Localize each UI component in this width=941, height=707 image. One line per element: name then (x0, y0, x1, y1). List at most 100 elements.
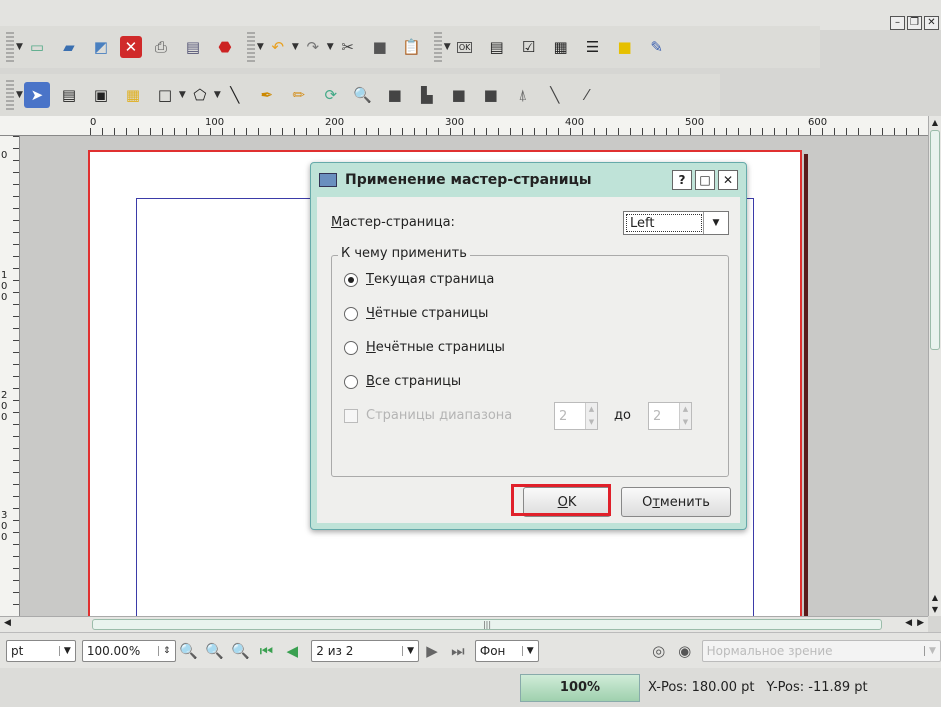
radio-label: Нечётные страницы (366, 340, 505, 355)
dropdown-arrow-icon[interactable]: ▼ (292, 42, 299, 52)
scroll-left-icon[interactable]: ◀ (905, 618, 912, 628)
zoom-icon[interactable]: 🔍 (350, 82, 376, 108)
close-document-icon[interactable]: ✕ (119, 36, 142, 58)
line-icon[interactable]: ╲ (222, 82, 248, 108)
dropdown-arrow-icon[interactable]: ▼ (444, 42, 451, 52)
chevron-down-icon: ▼ (924, 645, 936, 656)
export-pdf-icon[interactable]: ⬣ (212, 34, 238, 60)
radio-icon[interactable] (344, 306, 358, 321)
radio-icon[interactable] (344, 272, 358, 287)
dropdown-arrow-icon[interactable]: ▼ (16, 90, 23, 100)
range-checkbox[interactable]: Страницы диапазона (344, 408, 512, 423)
table-icon[interactable]: ▦ (120, 82, 146, 108)
master-page-select[interactable]: Left ▼ (623, 211, 729, 235)
link-annotation-icon[interactable]: ✎ (644, 34, 670, 60)
checkbox-icon[interactable]: ☑ (516, 34, 542, 60)
print-icon[interactable]: ⎙ (148, 34, 174, 60)
first-page-icon[interactable]: ⏮ (256, 638, 276, 664)
edit-text-icon[interactable]: ▙ (414, 82, 440, 108)
scroll-down-icon[interactable]: ▼ (929, 605, 941, 614)
range-to-spinner[interactable]: 2 ▲ ▼ (648, 402, 692, 430)
open-recent-icon[interactable]: ◩ (88, 34, 114, 60)
preflight-icon[interactable]: ▤ (180, 34, 206, 60)
scroll-left-icon[interactable]: ◀ (4, 618, 11, 628)
unit-select[interactable]: pt ▼ (6, 639, 76, 662)
maximize-button[interactable]: □ (695, 170, 715, 190)
bezier-icon[interactable]: ✒ (254, 82, 280, 108)
restore-icon[interactable]: ❐ (907, 16, 922, 30)
new-document-icon[interactable]: ▭ (24, 34, 50, 60)
dropdown-arrow-icon[interactable]: ▼ (327, 42, 334, 52)
toolbar-grip[interactable] (6, 80, 14, 110)
scrollbar-thumb[interactable] (930, 130, 940, 350)
radio-odd-pages[interactable]: Нечётные страницы (344, 340, 505, 355)
dropdown-arrow-icon[interactable]: ▼ (179, 90, 186, 100)
horizontal-scrollbar[interactable]: ◀ ||| ◀ ▶ (0, 616, 928, 632)
paste-icon[interactable]: 📋 (399, 34, 425, 60)
scroll-up-icon[interactable]: ▲ (929, 118, 941, 127)
cut-icon[interactable]: ✂ (335, 34, 361, 60)
close-icon[interactable]: ✕ (924, 16, 939, 30)
radio-current-page[interactable]: Текущая страница (344, 272, 494, 287)
next-page-icon[interactable]: ▶ (422, 638, 442, 664)
button-icon[interactable]: OK (452, 34, 478, 60)
measure-icon[interactable]: ⍋ (510, 82, 536, 108)
unlink-frames-icon[interactable]: ■ (478, 82, 504, 108)
layer-select[interactable]: Фон ▼ (474, 639, 539, 662)
close-button[interactable]: ✕ (718, 170, 738, 190)
freehand-icon[interactable]: ✏ (286, 82, 312, 108)
dialog-titlebar[interactable]: Применение мастер-страницы ? □ ✕ (311, 163, 746, 197)
dropdown-arrow-icon[interactable]: ▼ (16, 42, 23, 52)
minimize-icon[interactable]: – (890, 16, 905, 30)
edit-contents-icon[interactable]: ■ (382, 82, 408, 108)
select-icon[interactable]: ➤ (23, 82, 50, 108)
toolbar-grip[interactable] (6, 32, 14, 62)
view-mode-select[interactable]: Нормальное зрение ▼ (701, 639, 941, 662)
spin-arrows-icon[interactable]: ▲ ▼ (585, 403, 597, 429)
scroll-up-icon[interactable]: ▲ (929, 593, 941, 602)
listbox-icon[interactable]: ☰ (580, 34, 606, 60)
undo-icon[interactable]: ↶ (265, 34, 291, 60)
range-from-spinner[interactable]: 2 ▲ ▼ (554, 402, 598, 430)
image-frame-icon[interactable]: ▣ (88, 82, 114, 108)
rotate-icon[interactable]: ⟳ (318, 82, 344, 108)
link-frames-icon[interactable]: ■ (446, 82, 472, 108)
last-page-icon[interactable]: ⏭ (448, 638, 468, 664)
dropdown-arrow-icon[interactable]: ▼ (214, 90, 221, 100)
copy-properties-icon[interactable]: ╲ (542, 82, 568, 108)
eyedropper-icon[interactable]: ⁄ (574, 82, 600, 108)
preview-mode-icon[interactable]: ◎ (649, 638, 669, 664)
group-title: К чему применить (338, 246, 470, 261)
main-toolbar: ▼ ▭ ▰ ◩ ✕ ⎙ ▤ ⬣ ▼ ↶ ▼ ↷ ▼ ✂ ■ 📋 ▼ OK ▤ ☑… (0, 26, 820, 68)
toolbar-grip[interactable] (433, 32, 442, 62)
shape-icon[interactable]: □ (152, 82, 178, 108)
scroll-right-icon[interactable]: ▶ (917, 618, 924, 628)
polygon-icon[interactable]: ⬠ (187, 82, 213, 108)
text-annotation-icon[interactable]: ■ (612, 34, 638, 60)
zoom-actual-icon[interactable]: 🔍 (205, 638, 225, 664)
combobox-icon[interactable]: ▦ (548, 34, 574, 60)
scrollbar-thumb[interactable]: ||| (92, 619, 882, 630)
page-select[interactable]: 2 из 2 ▼ (311, 639, 419, 662)
vertical-scrollbar[interactable]: ▲ ▲ ▼ (928, 116, 941, 616)
open-folder-icon[interactable]: ▰ (56, 34, 82, 60)
text-frame-icon[interactable]: ▤ (56, 82, 82, 108)
zoom-input[interactable]: 100.00% ⇕ (81, 639, 176, 662)
redo-icon[interactable]: ↷ (300, 34, 326, 60)
help-button[interactable]: ? (672, 170, 692, 190)
copy-icon[interactable]: ■ (367, 34, 393, 60)
dropdown-arrow-icon[interactable]: ▼ (257, 42, 264, 52)
radio-icon[interactable] (344, 374, 358, 389)
radio-icon[interactable] (344, 340, 358, 355)
radio-all-pages[interactable]: Все страницы (344, 374, 461, 389)
radio-even-pages[interactable]: Чётные страницы (344, 306, 488, 321)
zoom-in-icon[interactable]: 🔍 (230, 638, 250, 664)
cancel-button[interactable]: От менить (621, 487, 731, 517)
zoom-out-icon[interactable]: 🔍 (179, 638, 199, 664)
previous-page-icon[interactable]: ◀ (282, 638, 302, 664)
spin-arrows-icon[interactable]: ▲ ▼ (679, 403, 691, 429)
checkbox-icon[interactable] (344, 408, 358, 423)
toolbar-grip[interactable] (246, 32, 255, 62)
eye-icon[interactable]: ◉ (675, 638, 695, 664)
text-field-icon[interactable]: ▤ (484, 34, 510, 60)
